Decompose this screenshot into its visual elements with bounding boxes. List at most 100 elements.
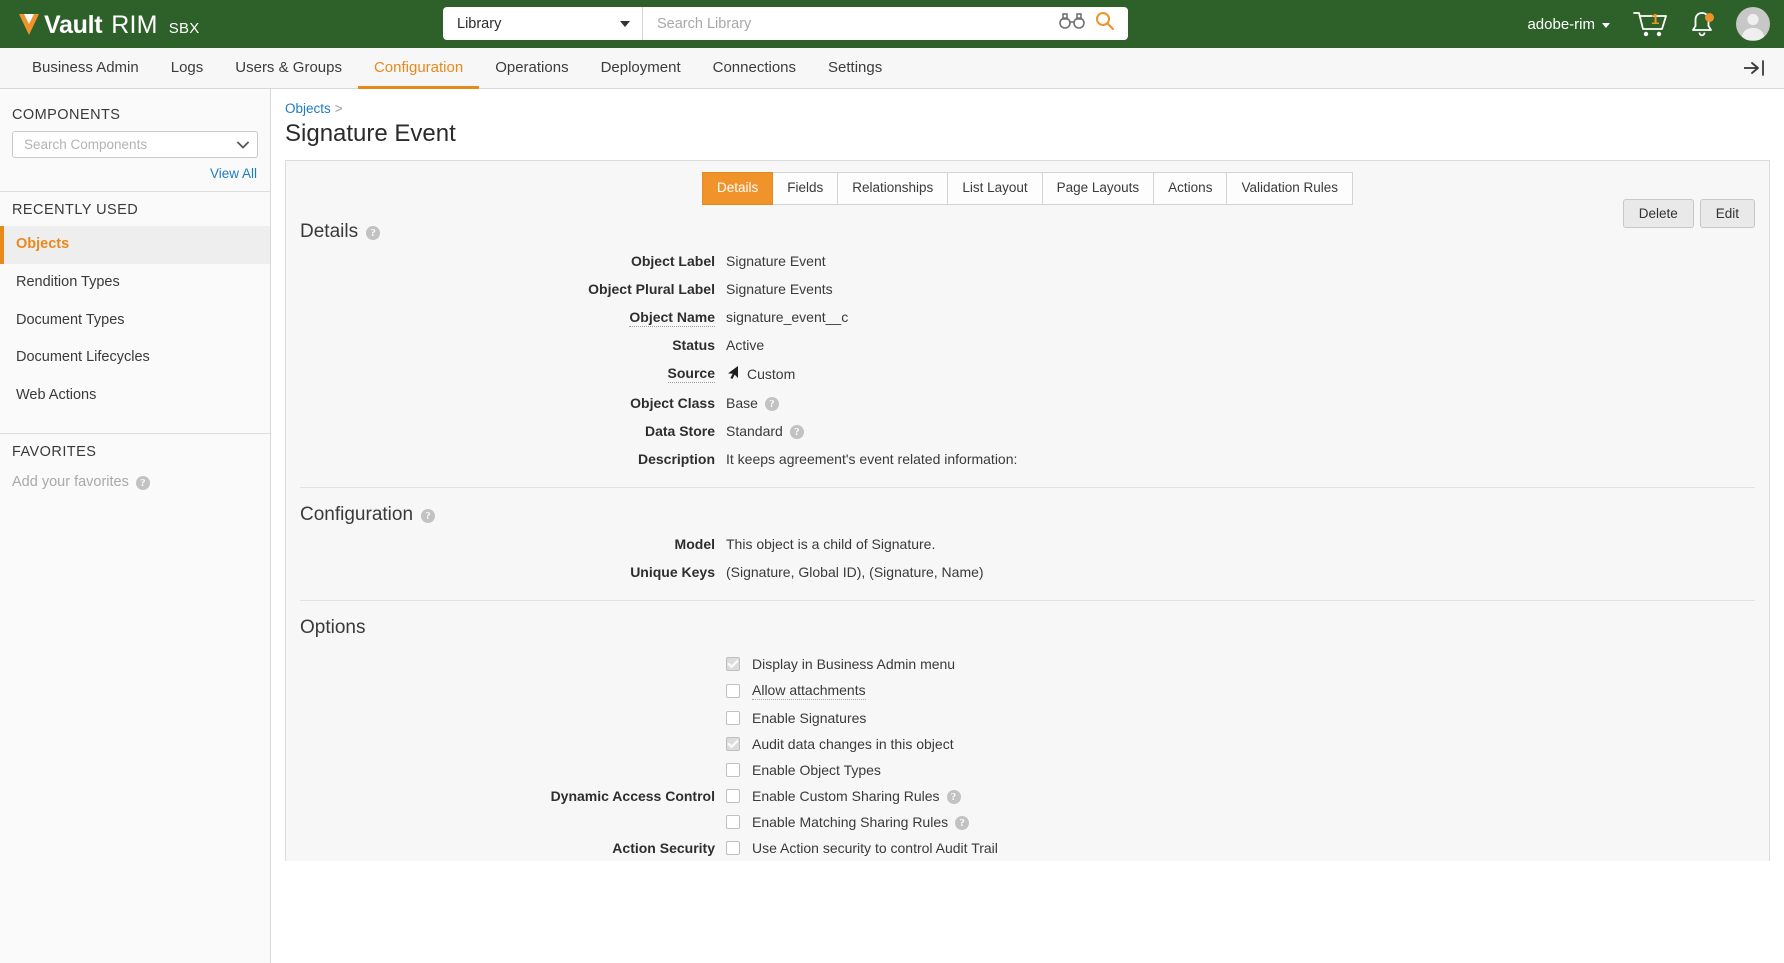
breadcrumb-link-objects[interactable]: Objects (285, 101, 331, 116)
tab-relationships[interactable]: Relationships (838, 172, 949, 206)
detail-row-source: Source Custom (286, 359, 1769, 389)
option-row-audit-data-changes: Audit data changes in this object (286, 731, 1769, 757)
field-label: Object Label (630, 253, 715, 270)
tab-details[interactable]: Details (701, 172, 774, 206)
nav-item-logs[interactable]: Logs (155, 48, 220, 89)
avatar[interactable] (1736, 7, 1770, 41)
nav-label: Connections (712, 58, 797, 76)
delete-button[interactable]: Delete (1622, 199, 1694, 228)
checkbox-enable-signatures[interactable] (726, 711, 740, 726)
help-icon[interactable]: ? (955, 816, 970, 831)
nav-item-deployment[interactable]: Deployment (585, 48, 697, 89)
user-org-dropdown[interactable]: adobe-rim (1513, 16, 1624, 33)
field-label: Description (637, 451, 715, 468)
option-row-enable-custom-sharing-rules: Dynamic Access Control Enable Custom Sha… (286, 783, 1769, 809)
configuration-heading-label: Configuration (300, 504, 414, 526)
search-icon-group (1059, 7, 1128, 40)
help-icon[interactable]: ? (764, 397, 779, 412)
vault-logo-icon (18, 13, 40, 37)
option-row-enable-signatures: Enable Signatures (286, 705, 1769, 731)
detail-row-object-class: Object Class Base ? (286, 389, 1769, 417)
nav-label: Deployment (600, 58, 681, 76)
help-icon[interactable]: ? (135, 475, 150, 490)
binoculars-icon[interactable] (1059, 13, 1085, 34)
checkbox-enable-custom-sharing-rules[interactable] (726, 789, 740, 804)
detail-row-object-label: Object Label Signature Event (286, 247, 1769, 275)
nav-item-configuration[interactable]: Configuration (357, 48, 480, 89)
search-icon[interactable] (1095, 11, 1115, 36)
nav-item-users-groups[interactable]: Users & Groups (219, 48, 358, 89)
nav-label: Users & Groups (235, 58, 342, 76)
configuration-section-heading: Configuration ? (286, 488, 1769, 530)
nav-item-business-admin[interactable]: Business Admin (16, 48, 155, 89)
chevron-down-icon[interactable] (237, 136, 249, 154)
field-value: signature_event__c (726, 309, 849, 326)
help-icon[interactable]: ? (946, 790, 961, 805)
option-label: Enable Custom Sharing Rules ? (752, 788, 961, 805)
checkbox-use-action-security-audit-trail[interactable] (726, 841, 740, 856)
chevron-down-icon (620, 20, 630, 27)
favorites-empty-state: Add your favorites ? (0, 468, 270, 496)
tab-validation-rules[interactable]: Validation Rules (1227, 172, 1354, 206)
recently-used-section-title: RECENTLY USED (12, 202, 139, 218)
cart-button[interactable]: 1 (1624, 0, 1676, 48)
field-value: Standard (726, 423, 783, 440)
sidebar-item-document-types[interactable]: Document Types (0, 302, 270, 340)
checkbox-enable-matching-sharing-rules[interactable] (726, 815, 740, 830)
details-section-heading: Details ? (286, 205, 1769, 247)
field-label: Unique Keys (630, 564, 715, 581)
sidebar-item-document-lifecycles[interactable]: Document Lifecycles (0, 339, 270, 377)
brand-logo[interactable]: Vault RIM SBX (18, 9, 200, 40)
field-value: Signature Events (726, 281, 833, 298)
field-value: This object is a child of Signature. (726, 536, 936, 553)
tab-list-layout[interactable]: List Layout (948, 172, 1043, 206)
collapse-panel-icon[interactable] (1742, 48, 1766, 88)
option-label: Allow attachments (752, 682, 866, 701)
option-label-text: Enable Signatures (752, 710, 867, 727)
search-components-input[interactable] (22, 136, 237, 153)
checkbox-enable-object-types[interactable] (726, 763, 740, 778)
option-group-label-dynamic-access-control: Dynamic Access Control (550, 788, 715, 805)
checkbox-allow-attachments[interactable] (726, 684, 740, 699)
checkbox-display-in-business-admin-menu[interactable] (726, 657, 740, 672)
nav-item-operations[interactable]: Operations (479, 48, 584, 89)
field-label-text[interactable]: Source (667, 365, 715, 384)
search-input[interactable] (643, 7, 1059, 40)
field-label: Object Plural Label (588, 281, 715, 298)
option-label-text: Use Action security to control Audit Tra… (752, 840, 998, 857)
checkbox-audit-data-changes[interactable] (726, 737, 740, 752)
cursor-arrow-icon (726, 365, 740, 383)
help-icon[interactable]: ? (421, 509, 436, 524)
help-icon[interactable]: ? (366, 226, 381, 241)
favorites-section-title: FAVORITES (12, 443, 97, 460)
field-label: Object Class (630, 395, 715, 412)
field-label-text[interactable]: Object Name (629, 309, 715, 328)
config-row-unique-keys: Unique Keys (Signature, Global ID), (Sig… (286, 558, 1769, 586)
nav-label: Operations (495, 58, 569, 76)
tab-fields[interactable]: Fields (773, 172, 839, 206)
option-row-enable-object-types: Enable Object Types (286, 757, 1769, 783)
tab-actions[interactable]: Actions (1154, 172, 1228, 206)
help-icon[interactable]: ? (789, 425, 804, 440)
notifications-button[interactable] (1676, 0, 1728, 48)
sidebar-item-rendition-types[interactable]: Rendition Types (0, 264, 270, 302)
view-all-link[interactable]: View All (0, 158, 270, 191)
option-row-allow-attachments: Allow attachments (286, 677, 1769, 705)
option-row-enable-matching-sharing-rules: Enable Matching Sharing Rules ? (286, 809, 1769, 835)
field-value: Custom (747, 366, 796, 383)
option-label: Enable Matching Sharing Rules ? (752, 814, 970, 831)
options-section-heading: Options (286, 601, 1769, 651)
sidebar-item-web-actions[interactable]: Web Actions (0, 377, 270, 415)
search-scope-dropdown[interactable]: Library (443, 7, 643, 40)
edit-button[interactable]: Edit (1699, 199, 1755, 228)
sidebar-item-objects[interactable]: Objects (0, 226, 270, 264)
nav-item-connections[interactable]: Connections (697, 48, 812, 89)
nav-item-settings[interactable]: Settings (812, 48, 898, 89)
page-title: Signature Event (285, 120, 456, 147)
top-header-bar: Vault RIM SBX Library Search Library ado… (0, 0, 1784, 48)
field-value-group: Base ? (726, 395, 779, 412)
tab-page-layouts[interactable]: Page Layouts (1042, 172, 1155, 206)
search-scope-label: Library (457, 15, 502, 32)
field-label: Source (286, 365, 726, 384)
nav-label: Settings (828, 58, 883, 76)
